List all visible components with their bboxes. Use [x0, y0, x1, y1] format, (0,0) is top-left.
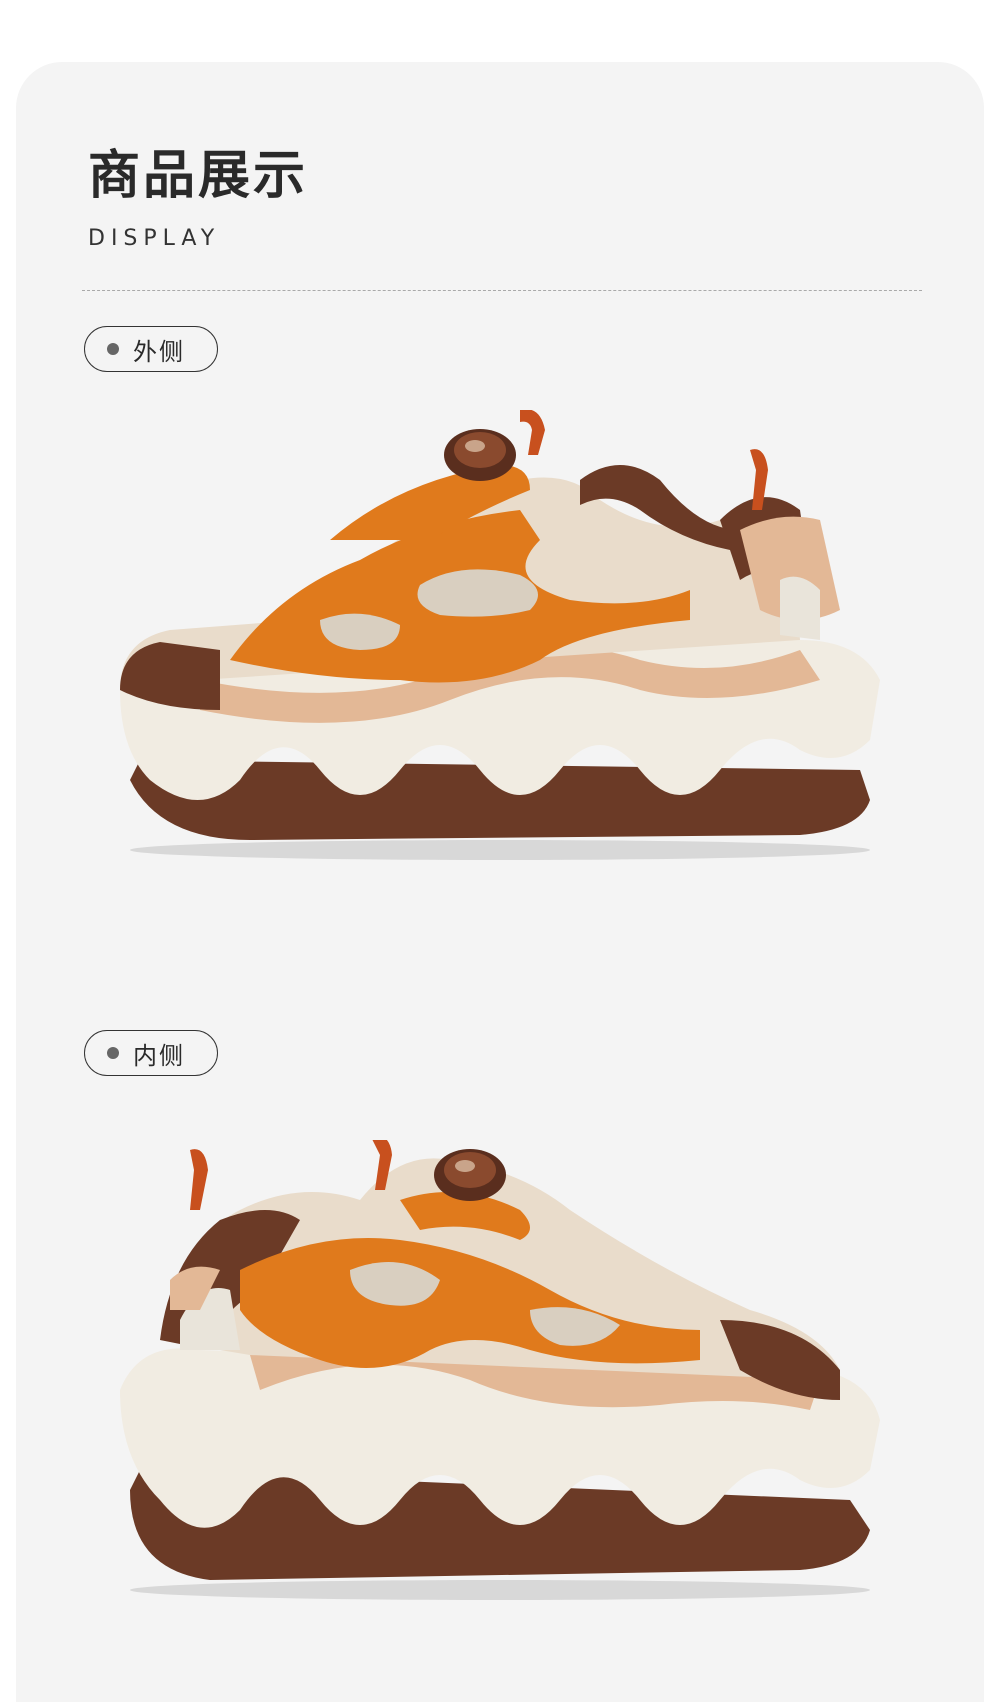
view-tag-medial: 内侧: [84, 1030, 218, 1076]
dashed-divider: [82, 290, 922, 291]
section-subtitle: DISPLAY: [88, 226, 221, 251]
view-tag-label: 内侧: [133, 1041, 185, 1070]
view-tag-lateral: 外侧: [84, 326, 218, 372]
sneaker-lateral-image: [120, 410, 880, 860]
section-title: 商品展示: [88, 146, 309, 206]
sneaker-medial-image: [120, 1140, 880, 1600]
bullet-dot-icon: [107, 1047, 119, 1059]
view-tag-label: 外侧: [133, 337, 185, 366]
bullet-dot-icon: [107, 343, 119, 355]
